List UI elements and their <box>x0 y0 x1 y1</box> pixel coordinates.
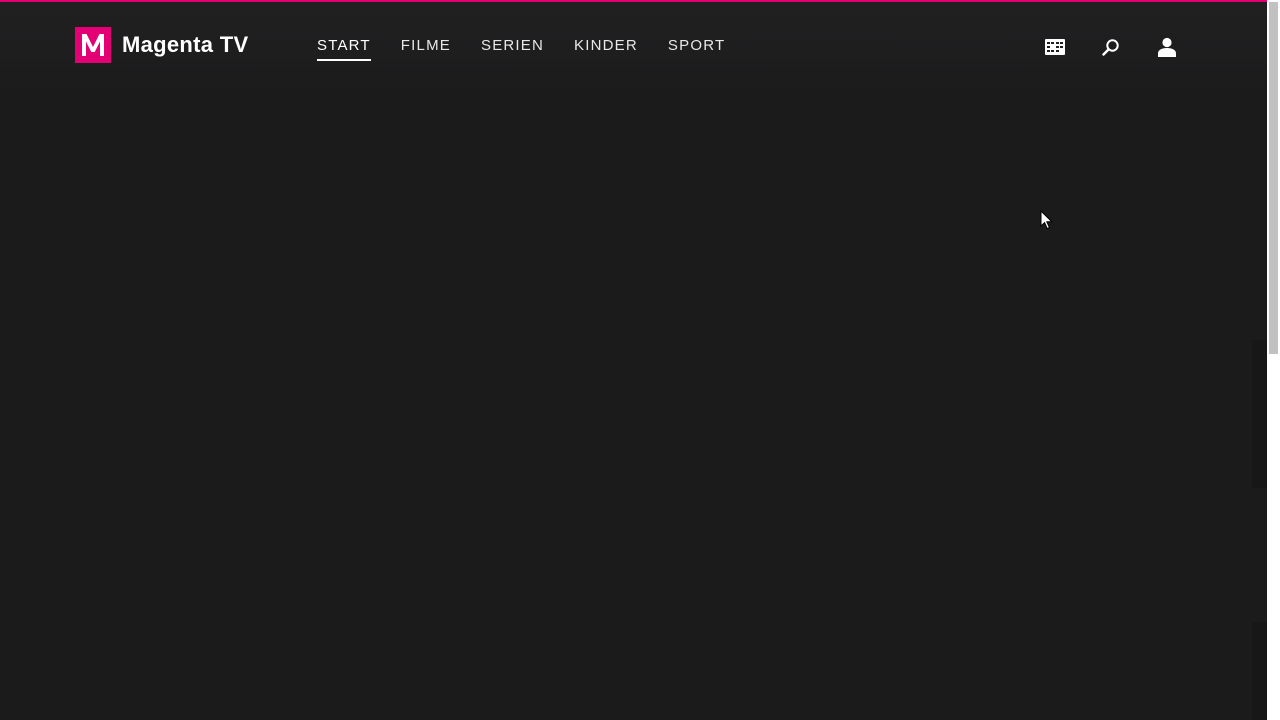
scrollbar-thumb[interactable] <box>1269 2 1278 354</box>
page: Magenta TV START FILME SERIEN KINDER SPO… <box>0 0 1280 720</box>
brand-logo-link[interactable]: Magenta TV <box>75 27 248 63</box>
nav-item-label: SPORT <box>667 37 726 54</box>
nav-item-kinder[interactable]: KINDER <box>574 36 638 66</box>
account-button[interactable] <box>1155 35 1179 59</box>
nav-item-serien[interactable]: SERIEN <box>481 36 544 66</box>
tv-guide-icon <box>1045 39 1065 55</box>
mouse-cursor-icon <box>1040 210 1054 230</box>
carousel-edge-shadow <box>1252 340 1267 488</box>
nav-item-label: SERIEN <box>480 37 545 54</box>
nav-item-sport[interactable]: SPORT <box>668 36 725 66</box>
nav-item-label: START <box>317 37 371 54</box>
scrollbar[interactable] <box>1267 0 1280 720</box>
search-button[interactable] <box>1099 35 1123 59</box>
header: Magenta TV START FILME SERIEN KINDER SPO… <box>0 2 1267 86</box>
header-actions <box>1011 35 1179 59</box>
main-nav: START FILME SERIEN KINDER SPORT <box>317 36 755 66</box>
search-icon <box>1102 39 1119 56</box>
carousel-edge-shadow <box>1252 622 1267 720</box>
brand-name: Magenta TV <box>122 32 249 57</box>
nav-item-label: FILME <box>400 37 451 54</box>
nav-item-filme[interactable]: FILME <box>401 36 451 66</box>
tv-guide-button[interactable] <box>1043 35 1067 59</box>
nav-item-label: KINDER <box>574 37 638 54</box>
user-icon <box>1158 37 1176 57</box>
nav-item-start[interactable]: START <box>317 36 371 66</box>
brand-logo-icon <box>75 27 111 63</box>
active-nav-underline <box>317 59 371 61</box>
